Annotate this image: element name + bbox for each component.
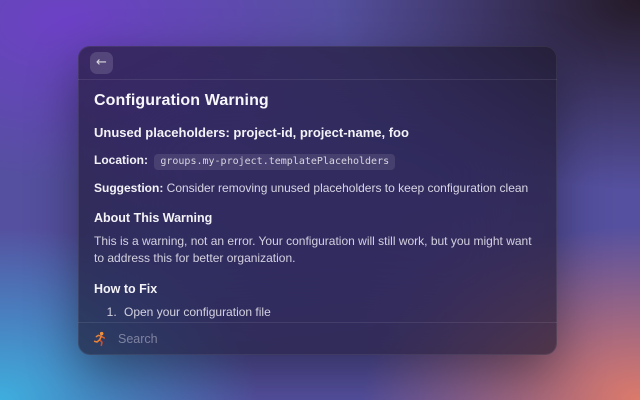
about-body: This is a warning, not an error. Your co… bbox=[94, 233, 534, 269]
fix-steps-list: Open your configuration file Navigate to… bbox=[100, 304, 541, 322]
about-heading: About This Warning bbox=[94, 211, 541, 225]
dialog-content: Configuration Warning Unused placeholder… bbox=[78, 80, 557, 322]
suggestion-label: Suggestion: bbox=[94, 181, 163, 195]
search-input[interactable] bbox=[118, 332, 543, 346]
location-label: Location: bbox=[94, 153, 148, 167]
page-title: Configuration Warning bbox=[94, 92, 541, 110]
suggestion-text: Consider removing unused placeholders to… bbox=[167, 181, 529, 195]
fix-step: Open your configuration file bbox=[120, 304, 541, 321]
location-row: Location: groups.my-project.templatePlac… bbox=[94, 152, 541, 169]
back-button[interactable]: ← bbox=[90, 52, 113, 74]
dialog-header: ← bbox=[78, 46, 557, 80]
configuration-warning-dialog: ← Configuration Warning Unused placehold… bbox=[78, 46, 557, 355]
runner-figure-icon bbox=[92, 331, 108, 347]
suggestion-row: Suggestion: Consider removing unused pla… bbox=[94, 180, 541, 196]
location-code-chip: groups.my-project.templatePlaceholders bbox=[154, 154, 395, 170]
search-bar bbox=[78, 322, 557, 355]
warning-subtitle: Unused placeholders: project-id, project… bbox=[94, 125, 541, 140]
howtofix-heading: How to Fix bbox=[94, 282, 541, 296]
